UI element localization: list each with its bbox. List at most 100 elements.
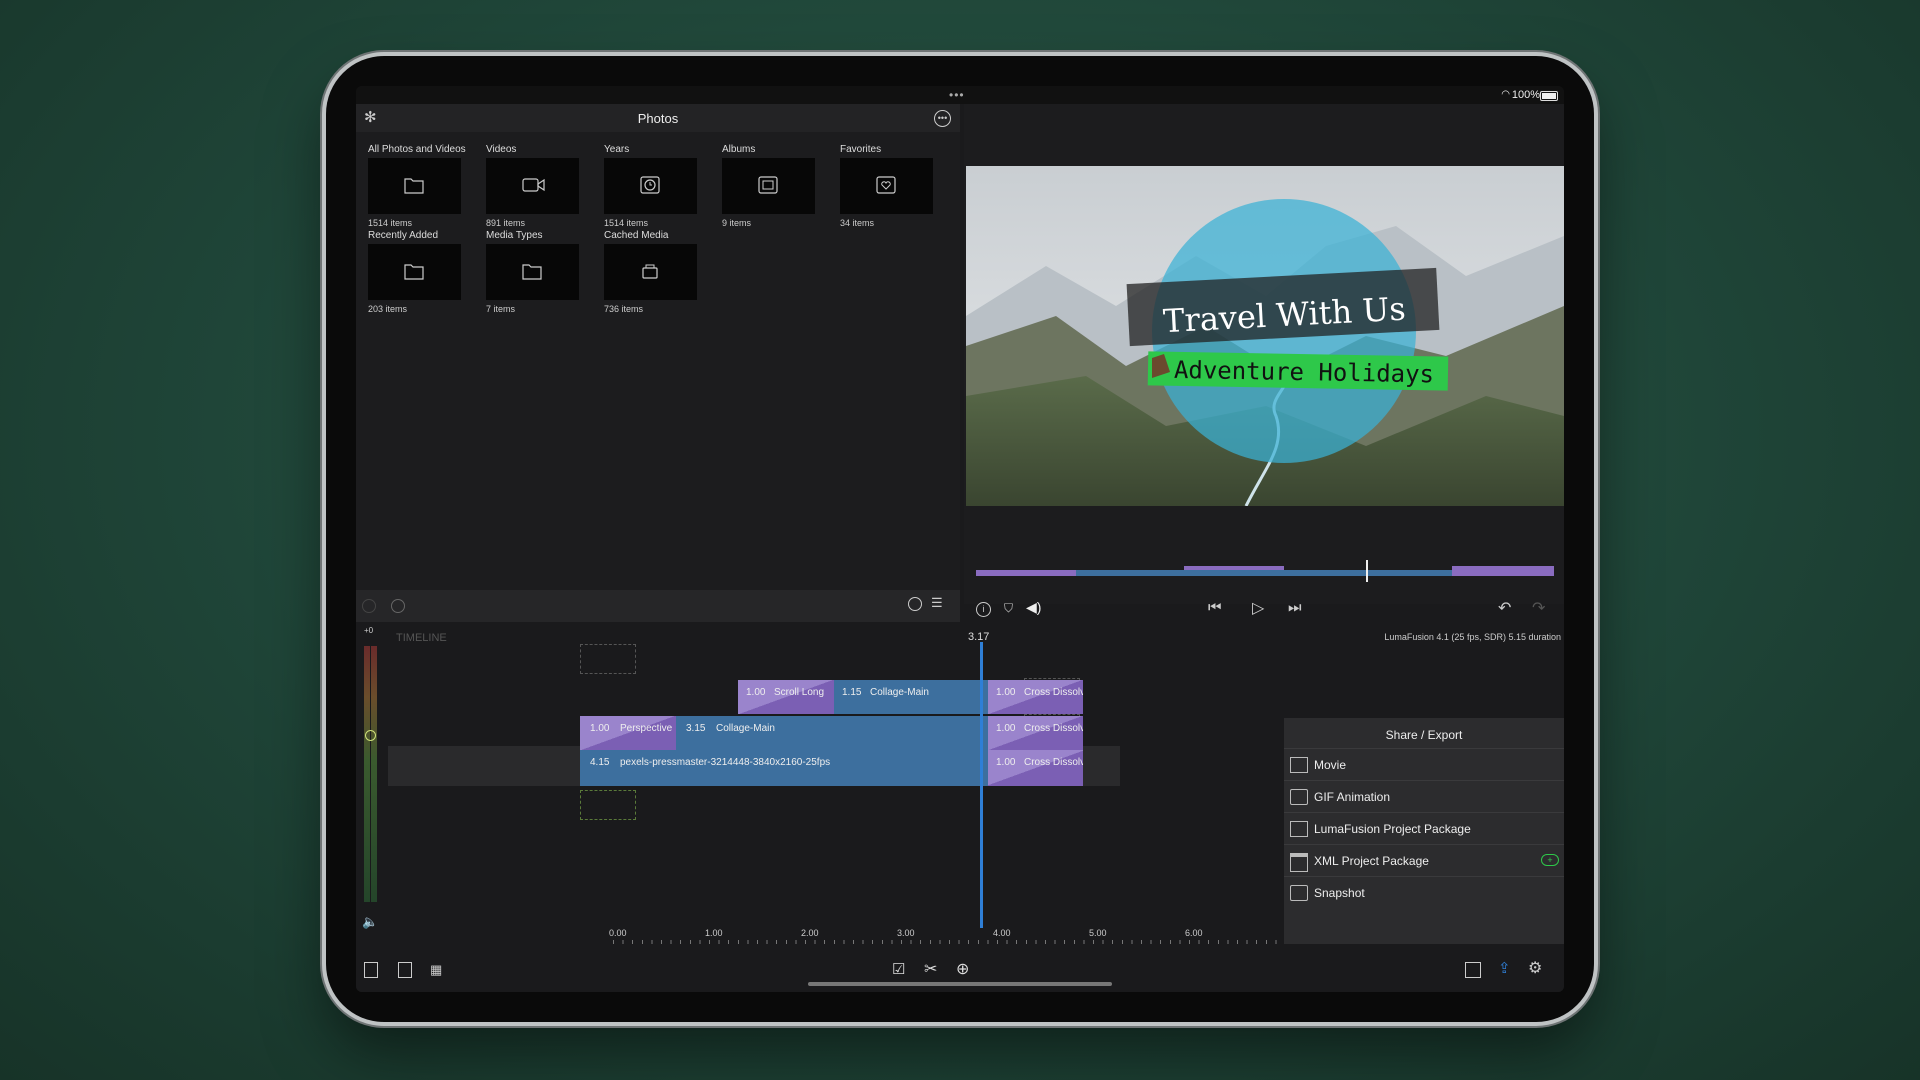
clip-duration: 1.00 [590,723,610,734]
tile-label: Videos [486,144,517,155]
layout-icon[interactable] [1465,962,1481,978]
tile-cached-media[interactable]: Cached Media 736 items [604,230,704,314]
photos-header: ✻ Photos ••• [356,104,960,132]
skip-back-icon[interactable]: ⏮ [1208,599,1222,616]
export-xml[interactable]: XML Project Package + [1284,844,1564,877]
main-video-clip[interactable]: 4.15 pexels-pressmaster-3214448-3840x216… [580,750,988,786]
tile-count: 34 items [840,218,875,228]
skip-forward-icon[interactable]: ⏭ [1288,599,1302,616]
library-toolbar: ☰ [356,590,960,622]
settings-gear-icon[interactable]: ⚙ [1528,958,1542,978]
tile-albums[interactable]: Albums 9 items [722,144,822,228]
package-icon [1290,821,1308,837]
search-icon[interactable] [908,597,922,611]
folder-icon [404,264,424,280]
export-label: LumaFusion Project Package [1314,822,1471,836]
clip-name: Cross Dissolve [1024,757,1083,768]
more-options-icon[interactable]: ••• [934,110,951,127]
timeline-playhead[interactable] [980,642,983,928]
mini-playhead [1366,560,1368,582]
clip-duration: 1.00 [996,687,1016,698]
transition-clip[interactable]: 1.00 Scroll Long [738,680,834,714]
tile-videos[interactable]: Videos 891 items [486,144,586,228]
video-clip[interactable]: 1.15 Collage-Main [834,680,988,714]
empty-audio-slot[interactable] [580,790,636,820]
status-bar: ••• ◠ 100% [356,86,1564,104]
tile-count: 7 items [486,304,516,314]
tile-all-photos[interactable]: All Photos and Videos 1514 items [368,144,468,228]
transition-clip[interactable]: 1.00 Perspective [580,716,676,750]
undo-icon[interactable]: ↶ [1498,598,1511,618]
clock-icon [640,176,660,194]
redo-icon[interactable]: ↷ [1532,598,1545,618]
storage-icon [642,264,658,279]
play-button[interactable]: ▷ [1252,598,1264,618]
time-ruler[interactable]: 0.00 1.00 2.00 3.00 4.00 5.00 6.00 [609,928,1393,944]
mini-timeline-scrubber[interactable] [976,560,1554,582]
tile-count: 891 items [486,218,526,228]
sort-filter-icon[interactable]: ☰ [931,596,945,610]
preview-frame: Travel With Us Adventure Holidays [966,166,1564,506]
clip-name: Collage-Main [870,687,929,698]
select-check-icon[interactable]: ☑ [892,960,905,978]
tile-count: 1514 items [368,218,413,228]
share-icon[interactable]: ⇪ [1498,959,1511,977]
track-headers-icon[interactable] [398,962,412,978]
export-gif[interactable]: GIF Animation [1284,780,1564,813]
clip-name: Cross Dissolve [1024,687,1083,698]
share-title: Share / Export [1385,728,1463,742]
tile-count: 1514 items [604,218,649,228]
tile-label: All Photos and Videos [368,144,466,155]
timeline-options-icon[interactable]: ▦ [430,962,442,978]
import-icon[interactable] [364,962,378,978]
circle-icon[interactable] [362,599,376,613]
export-label: GIF Animation [1314,790,1391,804]
transition-clip[interactable]: 1.00 Cross Dissolve [988,680,1083,714]
add-clip-icon[interactable]: ⊕ [956,959,969,979]
subtitle-overlay-text: Adventure Holidays [1174,356,1435,389]
gain-knob[interactable] [365,730,376,741]
empty-track-slot[interactable] [580,644,636,674]
tile-recently-added[interactable]: Recently Added 203 items [368,230,468,314]
clapper-icon [1290,853,1308,872]
tile-thumbnail [486,158,579,214]
record-icon[interactable] [391,599,405,613]
tile-years[interactable]: Years 1514 items [604,144,704,228]
speaker-icon[interactable]: 🔈 [362,914,378,930]
home-indicator[interactable] [808,982,1112,986]
tile-count: 736 items [604,304,644,314]
project-info: LumaFusion 4.1 (25 fps, SDR) 5.15 durati… [1384,632,1561,642]
clip-duration: 1.15 [842,687,862,698]
camera-icon [1290,885,1308,901]
marker-icon[interactable]: ⛉ [1004,601,1013,616]
battery-icon [1540,91,1558,101]
tile-label: Albums [722,144,756,155]
transition-clip[interactable]: 1.00 Cross Dissolve [988,716,1083,750]
tile-favorites[interactable]: Favorites 34 items [840,144,940,228]
tile-label: Recently Added [368,230,439,241]
add-badge-icon[interactable]: + [1541,854,1559,866]
video-clip[interactable]: 3.15 Collage-Main [676,716,988,750]
ruler-tick-label: 6.00 [1185,928,1203,938]
bottom-toolbar: ▦ ☑ ✂ ⊕ ⇪ ⚙ [356,954,1564,992]
tile-media-types[interactable]: Media Types 7 items [486,230,586,314]
export-project-package[interactable]: LumaFusion Project Package [1284,812,1564,845]
ruler-tick-label: 3.00 [897,928,915,938]
folder-icon [522,264,542,280]
clip-name: pexels-pressmaster-3214448-3840x2160-25f… [620,757,831,768]
tile-count: 203 items [368,304,408,314]
export-movie[interactable]: Movie [1284,748,1564,781]
transition-clip[interactable]: 1.00 Cross Dissolve [988,750,1083,786]
export-snapshot[interactable]: Snapshot [1284,876,1564,909]
ruler-tick-label: 2.00 [801,928,819,938]
info-icon[interactable]: i [976,602,991,617]
clip-name: Collage-Main [716,723,775,734]
scissors-icon[interactable]: ✂ [924,959,937,979]
albums-icon [758,176,778,194]
video-preview[interactable]: Travel With Us Adventure Holidays [966,166,1564,506]
audio-scrub-icon[interactable]: ◀) [1026,599,1041,616]
multitasking-dots[interactable]: ••• [949,88,973,102]
app-screen: ••• ◠ 100% ✻ Photos ••• All Photos and V… [356,86,1564,992]
share-export-panel: Share / Export Movie GIF Animation LumaF… [1284,718,1564,944]
clip-duration: 1.00 [996,723,1016,734]
